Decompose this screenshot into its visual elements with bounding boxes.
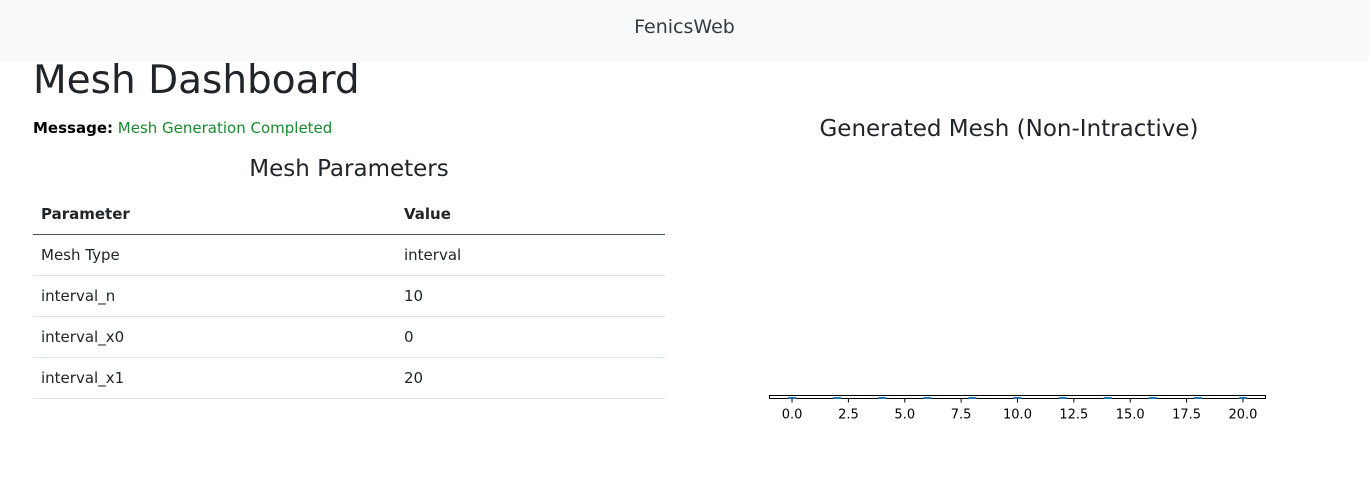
mesh-node-point [833, 397, 842, 399]
navbar: FenicsWeb [0, 0, 1369, 61]
mesh-node-point [1058, 397, 1067, 399]
table-row: interval_n 10 [33, 275, 665, 317]
mesh-node-point [1193, 397, 1202, 399]
parameter-name: interval_x0 [33, 316, 396, 358]
x-axis-ticks: 0.0 2.5 5.0 7.5 10.0 12.5 15.0 17.5 20.0 [782, 398, 1257, 423]
x-tick-label: 17.5 [1172, 408, 1201, 423]
page-title: Mesh Dashboard [33, 58, 360, 103]
parameter-value: interval [396, 234, 665, 276]
x-tick-label: 5.0 [894, 408, 915, 423]
mesh-node-point [923, 397, 932, 399]
parameter-name: interval_x1 [33, 357, 396, 399]
table-header-row: Parameter Value [33, 193, 665, 235]
table-row: interval_x1 20 [33, 357, 665, 399]
mesh-node-point [878, 397, 887, 399]
x-tick-label: 20.0 [1228, 408, 1257, 423]
message-text: Mesh Generation Completed [117, 119, 333, 137]
x-tick-label: 0.0 [782, 408, 803, 423]
x-tick-label: 7.5 [951, 408, 972, 423]
parameters-title: Mesh Parameters [249, 156, 449, 182]
parameter-value: 10 [396, 275, 665, 317]
mesh-chart: 0.0 2.5 5.0 7.5 10.0 12.5 15.0 17.5 20.0 [769, 395, 1266, 423]
parameter-value: 0 [396, 316, 665, 358]
x-tick-label: 2.5 [838, 408, 859, 423]
mesh-node-point [1103, 397, 1112, 399]
status-message: Message: Mesh Generation Completed [33, 119, 332, 137]
parameters-table: Parameter Value Mesh Type interval inter… [33, 193, 665, 399]
parameter-name: Mesh Type [33, 234, 396, 276]
x-tick-label: 15.0 [1116, 408, 1145, 423]
navbar-brand[interactable]: FenicsWeb [0, 16, 1369, 38]
mesh-node-point [968, 397, 977, 399]
mesh-node-point [1148, 397, 1157, 399]
parameter-value: 20 [396, 357, 665, 399]
column-header-value: Value [396, 193, 665, 235]
message-label: Message: [33, 119, 113, 137]
column-header-parameter: Parameter [33, 193, 396, 235]
chart-title: Generated Mesh (Non-Intractive) [819, 116, 1199, 142]
x-tick-label: 10.0 [1003, 408, 1032, 423]
parameter-name: interval_n [33, 275, 396, 317]
table-row: interval_x0 0 [33, 316, 665, 358]
x-tick-label: 12.5 [1059, 408, 1088, 423]
table-row: Mesh Type interval [33, 234, 665, 276]
